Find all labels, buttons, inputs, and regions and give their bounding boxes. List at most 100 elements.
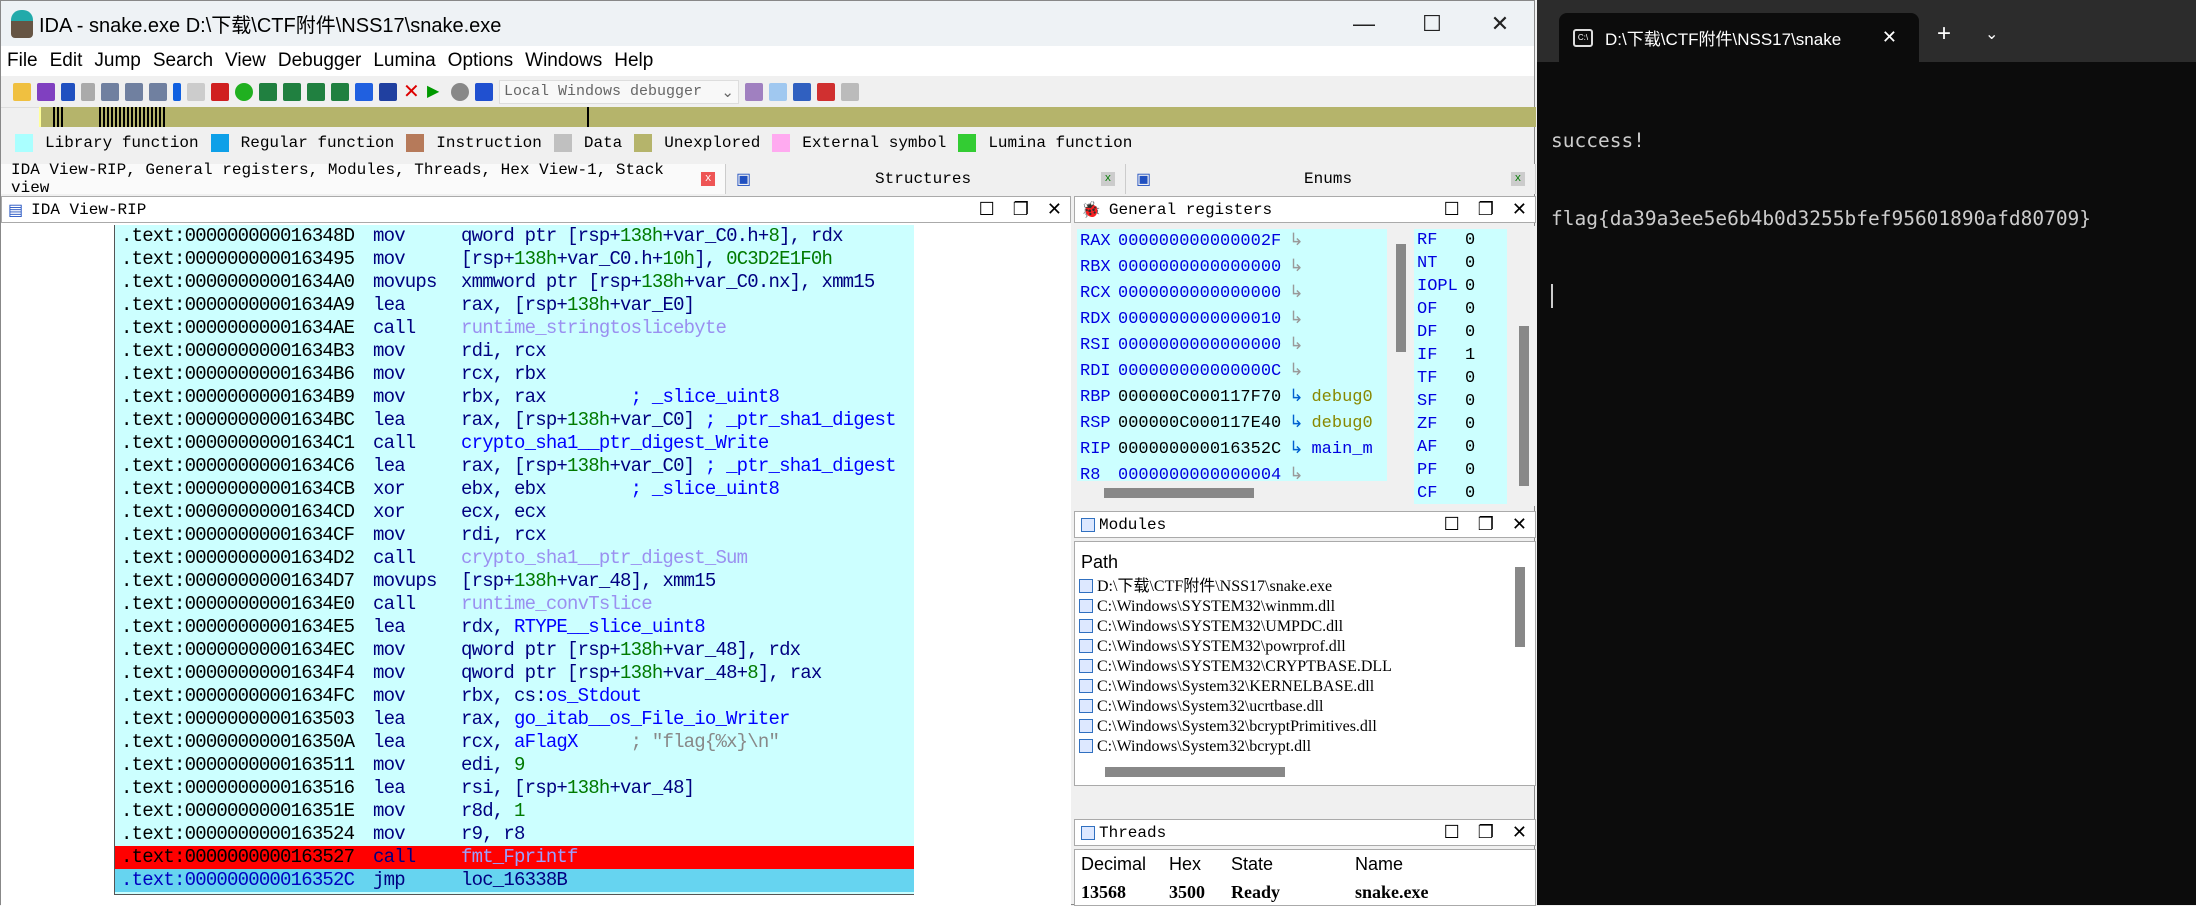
flag-value[interactable]: 0: [1465, 277, 1475, 296]
flags-scrollbar[interactable]: [1519, 326, 1529, 486]
register-row[interactable]: RCX 0000000000000000 ↳: [1077, 281, 1387, 307]
module-row[interactable]: C:\Windows\System32\KERNELBASE.dll: [1075, 677, 1535, 697]
run-icon[interactable]: ▶: [427, 83, 445, 101]
open-icon[interactable]: [13, 82, 31, 101]
register-row[interactable]: R8 0000000000000004 ↳: [1077, 463, 1387, 481]
menu-debugger[interactable]: Debugger: [278, 50, 361, 72]
disasm-line[interactable]: .text:000000000016351E mov r8d, 1: [115, 800, 914, 823]
close-icon[interactable]: ✕: [1512, 514, 1527, 536]
disasm-line[interactable]: .text:00000000001634B6 mov rcx, rbx: [115, 363, 914, 386]
module-row[interactable]: C:\Windows\System32\bcryptPrimitives.dll: [1075, 717, 1535, 737]
menu-lumina[interactable]: Lumina: [373, 50, 435, 72]
column-state[interactable]: State: [1225, 854, 1349, 875]
flags-list[interactable]: RF 0 NT 0 IOPL 0 OF 0 DF 0 IF 1 TF 0 SF 0 ZF 0 AF 0 PF 0 CF 0: [1414, 229, 1507, 504]
disasm-line[interactable]: .text:00000000001634B3 mov rdi, rcx: [115, 340, 914, 363]
close-icon[interactable]: ✕: [1512, 822, 1527, 844]
jump-arrow-icon[interactable]: ↳: [1289, 310, 1303, 329]
menu-view[interactable]: View: [225, 50, 266, 72]
tab-ida-view-group[interactable]: IDA View-RIP, General registers, Modules…: [1, 161, 726, 197]
jump-arrow-icon[interactable]: ↳: [1289, 440, 1303, 459]
module-row[interactable]: C:\Windows\System32\bcrypt.dll: [1075, 737, 1535, 757]
disasm-line[interactable]: .text:0000000000163527 call fmt_Fprintf: [115, 846, 914, 869]
jump-arrow-icon[interactable]: ↳: [1289, 284, 1303, 303]
disasm-line[interactable]: .text:00000000001634B9 mov rbx, rax ; _sli…: [115, 386, 914, 409]
menu-help[interactable]: Help: [614, 50, 653, 72]
flag-value[interactable]: 0: [1465, 438, 1475, 457]
save-icon[interactable]: [37, 82, 55, 101]
menu-options[interactable]: Options: [448, 50, 513, 72]
register-value[interactable]: 000000000000002F: [1118, 232, 1281, 251]
close-tab-icon[interactable]: ✕: [1882, 27, 1897, 48]
register-row[interactable]: RAX 000000000000002F ↳: [1077, 229, 1387, 255]
disassembly-view[interactable]: .text:000000000016348D mov qword ptr [rsp+…: [1, 223, 1071, 906]
flag-row[interactable]: IF 1: [1414, 344, 1507, 367]
jump-arrow-icon[interactable]: ↳: [1289, 388, 1303, 407]
register-row[interactable]: RSP 000000C000117E40 ↳ debug0: [1077, 411, 1387, 437]
horizontal-scrollbar[interactable]: [1104, 488, 1254, 498]
menu-search[interactable]: Search: [153, 50, 213, 72]
jump-arrow-icon[interactable]: ↳: [1289, 414, 1303, 433]
add-breakpoint-icon[interactable]: [817, 82, 835, 101]
disasm-line[interactable]: .text:00000000001634E5 lea rdx, RTYPE__sli…: [115, 616, 914, 639]
disasm-line[interactable]: .text:000000000016350A lea rcx, aFlagX ; "…: [115, 731, 914, 754]
disasm-line[interactable]: .text:00000000001634A0 movups xmmword ptr …: [115, 271, 914, 294]
flag-value[interactable]: 0: [1465, 300, 1475, 319]
close-icon[interactable]: ✕: [1512, 199, 1527, 221]
disassembly-listing[interactable]: .text:000000000016348D mov qword ptr [rsp+…: [114, 225, 914, 895]
register-value[interactable]: 0000000000000004: [1118, 466, 1281, 481]
text-icon[interactable]: [125, 82, 143, 101]
flag-row[interactable]: CF 0: [1414, 482, 1507, 505]
column-decimal[interactable]: Decimal: [1075, 854, 1163, 875]
struct-icon[interactable]: [331, 82, 349, 101]
module-row[interactable]: C:\Windows\System32\ucrtbase.dll: [1075, 697, 1535, 717]
module-row[interactable]: D:\下载\CTF附件\NSS17\snake.exe: [1075, 577, 1535, 597]
jump-arrow-icon[interactable]: ↳: [1289, 336, 1303, 355]
disasm-line[interactable]: .text:00000000001634C1 call crypto_sha1__p…: [115, 432, 914, 455]
vertical-scrollbar[interactable]: [1515, 567, 1525, 647]
float-icon[interactable]: ❐: [1478, 822, 1494, 844]
close-button[interactable]: ✕: [1466, 11, 1534, 37]
minimize-button[interactable]: —: [1330, 11, 1398, 37]
disasm-line[interactable]: .text:00000000001634AE call runtime_string…: [115, 317, 914, 340]
jump-arrow-icon[interactable]: ↳: [1289, 362, 1303, 381]
terminal-tab[interactable]: C:\ D:\下载\CTF附件\NSS17\snake ✕: [1559, 13, 1919, 62]
binary-icon[interactable]: [149, 82, 167, 101]
navigation-band[interactable]: [39, 107, 1536, 127]
menu-windows[interactable]: Windows: [525, 50, 602, 72]
disasm-line[interactable]: .text:00000000001634E0 call runtime_convTs…: [115, 593, 914, 616]
register-row[interactable]: RIP 000000000016352C ↳ main_m: [1077, 437, 1387, 463]
float-icon[interactable]: ❐: [1013, 199, 1029, 221]
menu-file[interactable]: File: [7, 50, 38, 72]
disasm-line[interactable]: .text:00000000001634CB xor ebx, ebx ; _sli…: [115, 478, 914, 501]
maximize-icon[interactable]: ☐: [1444, 199, 1460, 221]
register-value[interactable]: 000000C000117E40: [1118, 414, 1281, 433]
flag-row[interactable]: AF 0: [1414, 436, 1507, 459]
register-value[interactable]: 000000000000000C: [1118, 362, 1281, 381]
close-icon[interactable]: x: [1100, 172, 1115, 186]
menu-jump[interactable]: Jump: [94, 50, 140, 72]
register-row[interactable]: RDX 0000000000000010 ↳: [1077, 307, 1387, 333]
flag-value[interactable]: 0: [1465, 231, 1475, 250]
flag-value[interactable]: 0: [1465, 323, 1475, 342]
flag-value[interactable]: 0: [1465, 415, 1475, 434]
disasm-line[interactable]: .text:0000000000163503 lea rax, go_itab__o…: [115, 708, 914, 731]
disasm-line[interactable]: .text:000000000016348D mov qword ptr [rsp+…: [115, 225, 914, 248]
register-row[interactable]: RDI 000000000000000C ↳: [1077, 359, 1387, 385]
tab-dropdown-button[interactable]: ⌄: [1985, 24, 1998, 44]
disasm-line[interactable]: .text:00000000001634BC lea rax, [rsp+138h+…: [115, 409, 914, 432]
hex-icon[interactable]: [101, 82, 119, 101]
maximize-button[interactable]: ☐: [1398, 11, 1466, 37]
flag-row[interactable]: ZF 0: [1414, 413, 1507, 436]
disasm-line[interactable]: .text:00000000001634EC mov qword ptr [rsp+…: [115, 639, 914, 662]
flag-row[interactable]: NT 0: [1414, 252, 1507, 275]
disasm-line[interactable]: .text:0000000000163524 mov r9, r8: [115, 823, 914, 846]
enum-icon[interactable]: [355, 82, 373, 101]
edit-icon[interactable]: [379, 82, 397, 101]
forward-icon[interactable]: [81, 82, 95, 101]
jump-arrow-icon[interactable]: ↳: [1289, 466, 1303, 481]
jump-arrow-icon[interactable]: ↳: [1289, 232, 1303, 251]
stop-icon[interactable]: [475, 82, 493, 101]
flag-value[interactable]: 0: [1465, 369, 1475, 388]
flag-row[interactable]: RF 0: [1414, 229, 1507, 252]
undefine-icon[interactable]: ✕: [403, 82, 421, 102]
